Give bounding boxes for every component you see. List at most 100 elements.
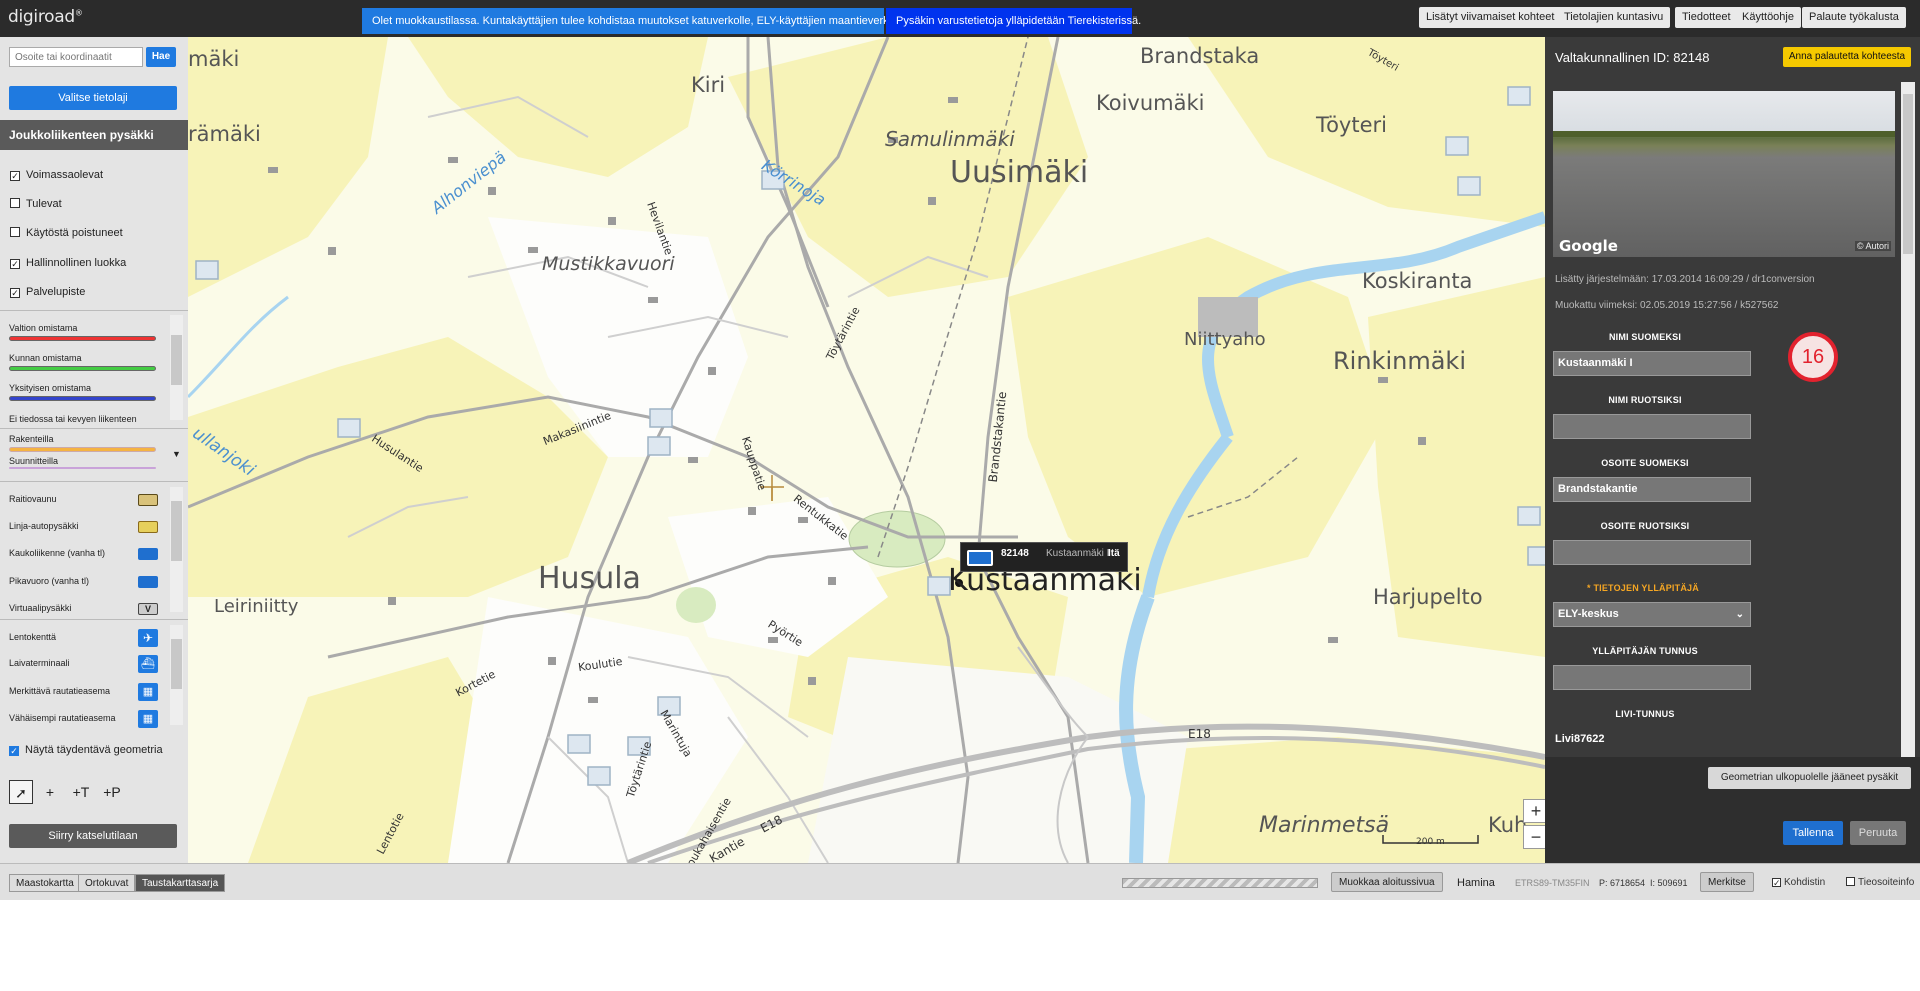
field-label: YLLÄPITÄJÄN TUNNUS xyxy=(1592,646,1698,656)
checkbox-icon[interactable] xyxy=(1846,877,1855,886)
top-menu-linear-assets[interactable]: Lisätyt viivamaiset kohteet xyxy=(1419,7,1562,28)
legend-label: Virtuaalipysäkki xyxy=(9,603,72,613)
map-label: Marinmetsä xyxy=(1259,813,1390,838)
add-terminal-tool[interactable]: +T xyxy=(66,780,96,804)
service-point-scrollbar[interactable] xyxy=(170,625,183,725)
bottom-bar: Maastokartta Ortokuvat Taustakarttasarja… xyxy=(0,863,1920,900)
left-panel: Hae Valitse tietolaji Joukkoliikenteen p… xyxy=(0,37,188,863)
legend-municipality-bar xyxy=(9,366,156,371)
virtual-stop-icon: V xyxy=(138,603,158,615)
legend-under-construction-bar xyxy=(9,447,156,452)
stop-details-panel: Valtakunnallinen ID: 82148 Anna palautet… xyxy=(1545,37,1920,863)
top-menu-user-guide[interactable]: Käyttöohje xyxy=(1735,7,1801,28)
stops-outside-geometry-button[interactable]: Geometrian ulkopuolelle jääneet pysäkit xyxy=(1708,767,1911,789)
select-layer-button[interactable]: Valitse tietolaji xyxy=(9,86,177,110)
top-bar: digiroad® Olet muokkaustilassa. Kuntakäy… xyxy=(0,0,1920,37)
checkbox-checked-icon[interactable]: ✓ xyxy=(10,259,20,269)
map-canvas[interactable]: Uusimäki Husula Kustaanmäki Brandstaka K… xyxy=(188,37,1545,863)
checkbox-checked-icon[interactable]: ✓ xyxy=(10,288,20,298)
train-icon: ▦ xyxy=(138,683,158,701)
legend-label: Raitiovaunu xyxy=(9,494,57,504)
map-label: Uusimäki xyxy=(950,155,1089,190)
road-address-toggle[interactable]: Tieosoiteinfo xyxy=(1846,873,1914,893)
service-point-legend: Lentokenttä ✈ Laivaterminaali ⛴ Merkittä… xyxy=(0,619,188,729)
legend-label: Yksityisen omistama xyxy=(9,383,92,393)
filter-future[interactable]: Tulevat xyxy=(10,196,62,212)
coordinate-p: P: 6718654 xyxy=(1599,878,1646,888)
select-tool-icon[interactable]: ➚ xyxy=(9,780,33,804)
checkbox-icon[interactable] xyxy=(10,227,20,237)
map-label: Niittyaho xyxy=(1184,329,1266,350)
street-view-image[interactable]: Google © Autori xyxy=(1553,91,1895,257)
legend-private-bar xyxy=(9,396,156,401)
legend-label: Ei tiedossa tai kevyen liikenteen xyxy=(9,414,137,424)
field-label: NIMI RUOTSIKSI xyxy=(1608,395,1682,405)
filter-expired[interactable]: Käytöstä poistuneet xyxy=(10,225,123,241)
edit-mode-notice: Olet muokkaustilassa. Kuntakäyttäjien tu… xyxy=(362,8,909,34)
filter-valid[interactable]: ✓ Voimassaolevat xyxy=(10,167,103,183)
tab-orthophotos[interactable]: Ortokuvat xyxy=(78,874,136,892)
view-mode-button[interactable]: Siirry katselutilaan xyxy=(9,824,177,848)
mark-button[interactable]: Merkitse xyxy=(1700,872,1754,892)
airplane-icon: ✈ xyxy=(138,629,158,647)
legend-state-bar xyxy=(9,336,156,341)
map-label: Koivumäki xyxy=(1096,91,1205,115)
name-sv-input[interactable] xyxy=(1553,414,1751,439)
chevron-down-icon: ⌄ xyxy=(1735,609,1744,620)
maintainer-id-input[interactable] xyxy=(1553,665,1751,690)
legend-scrollbar[interactable] xyxy=(170,315,183,420)
edit-start-page-button[interactable]: Muokkaa aloitussivua xyxy=(1331,872,1443,892)
top-menu-feedback[interactable]: Palaute työkalusta xyxy=(1802,7,1906,28)
chevron-down-icon[interactable]: ▼ xyxy=(170,449,183,469)
top-menu-announcements[interactable]: Tiedotteet xyxy=(1675,7,1738,28)
zoom-out-button[interactable]: − xyxy=(1523,825,1545,849)
tab-background-map[interactable]: Taustakarttasarja xyxy=(135,874,226,892)
tab-terrain-map[interactable]: Maastokartta xyxy=(9,874,81,892)
add-stop-tool[interactable]: + xyxy=(38,780,62,804)
field-label: OSOITE SUOMEKSI xyxy=(1601,458,1689,468)
cancel-button[interactable]: Peruuta xyxy=(1850,821,1906,845)
legend-label: Kunnan omistama xyxy=(9,353,82,363)
address-search-input[interactable] xyxy=(9,47,143,67)
map-label: Koskiranta xyxy=(1362,269,1473,293)
map-label: Harjupelto xyxy=(1373,585,1483,609)
save-button[interactable]: Tallenna xyxy=(1783,821,1843,845)
field-label: NIMI SUOMEKSI xyxy=(1608,332,1682,342)
ownership-legend: Valtion omistama Kunnan omistama Yksityi… xyxy=(0,310,188,428)
legend-planned-bar xyxy=(9,467,156,469)
field-label: OSOITE RUOTSIKSI xyxy=(1600,521,1690,531)
equipment-info-notice: Pysäkin varustetietoja ylläpidetään Tier… xyxy=(886,8,1141,34)
google-logo: Google xyxy=(1559,237,1618,255)
coordinate-system: ETRS89-TM35FIN xyxy=(1515,878,1590,888)
map-label: Kuh xyxy=(1488,813,1528,837)
search-button[interactable]: Hae xyxy=(146,47,176,67)
road-label: E18 xyxy=(1188,727,1211,741)
stop-type-scrollbar[interactable] xyxy=(170,487,183,612)
filter-administrative-class[interactable]: ✓ Hallinnollinen luokka xyxy=(10,255,126,271)
checkbox-checked-icon[interactable]: ✓ xyxy=(9,746,19,756)
map-label: Mustikkavuori xyxy=(542,253,675,275)
stop-popup[interactable]: 82148 Kustaanmäki I Itä xyxy=(960,542,1128,572)
field-label: LIVI-TUNNUS xyxy=(1615,709,1675,719)
zoom-in-button[interactable]: + xyxy=(1523,799,1545,823)
map-label: Rinkinmäki xyxy=(1333,347,1466,375)
address-sv-input[interactable] xyxy=(1553,540,1751,565)
map-label: Töyteri xyxy=(1316,113,1387,137)
popup-stop-name: Kustaanmäki I xyxy=(1046,548,1110,559)
legend-label: Rakenteilla xyxy=(9,434,54,444)
coordinate-i: I: 509691 xyxy=(1650,878,1688,888)
give-feedback-button[interactable]: Anna palautetta kohteesta xyxy=(1783,47,1911,67)
panel-scrollbar[interactable] xyxy=(1901,82,1915,802)
digiroad-logo[interactable]: digiroad® xyxy=(8,7,83,27)
supplementary-geometry-toggle[interactable]: ✓ Näytä täydentävä geometria xyxy=(9,744,163,756)
maintainer-select[interactable]: ELY-keskus ⌄ xyxy=(1553,602,1751,627)
checkbox-checked-icon[interactable]: ✓ xyxy=(10,171,20,181)
target-toggle[interactable]: ✓ Kohdistin xyxy=(1772,873,1825,893)
address-fi-input[interactable]: Brandstakantie xyxy=(1553,477,1751,502)
checkbox-icon[interactable] xyxy=(10,198,20,208)
filter-service-point[interactable]: ✓ Palvelupiste xyxy=(10,284,85,300)
name-fi-input[interactable]: Kustaanmäki I xyxy=(1553,351,1751,376)
add-service-point-tool[interactable]: +P xyxy=(97,780,127,804)
checkbox-checked-icon[interactable]: ✓ xyxy=(1772,878,1781,888)
top-menu-municipality-page[interactable]: Tietolajien kuntasivu xyxy=(1557,7,1671,28)
